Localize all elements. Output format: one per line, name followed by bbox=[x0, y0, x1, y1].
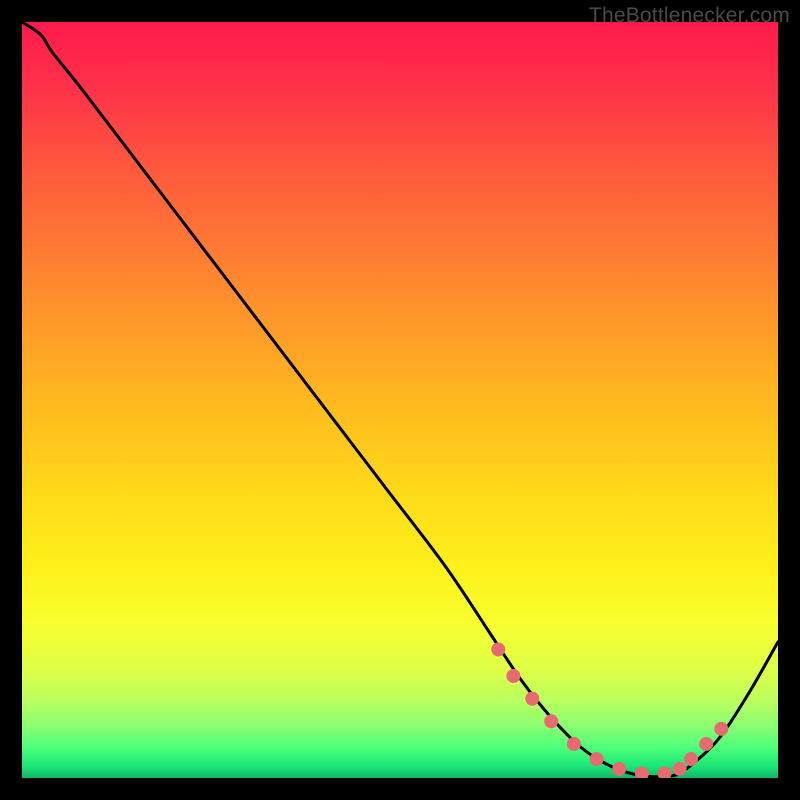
marker-dot bbox=[567, 737, 581, 751]
marker-dot bbox=[612, 762, 626, 776]
chart-stage: TheBottlenecker.com bbox=[0, 0, 800, 800]
attribution-text: TheBottlenecker.com bbox=[589, 4, 790, 28]
marker-dot bbox=[714, 722, 728, 736]
marker-dot bbox=[544, 714, 558, 728]
marker-dot bbox=[673, 762, 687, 776]
marker-dot bbox=[491, 642, 505, 656]
chart-svg bbox=[22, 22, 778, 778]
plot-area bbox=[22, 22, 778, 778]
marker-dot bbox=[699, 737, 713, 751]
marker-dot bbox=[525, 692, 539, 706]
gradient-background bbox=[22, 22, 778, 778]
marker-dot bbox=[684, 752, 698, 766]
marker-dot bbox=[590, 752, 604, 766]
marker-dot bbox=[506, 669, 520, 683]
